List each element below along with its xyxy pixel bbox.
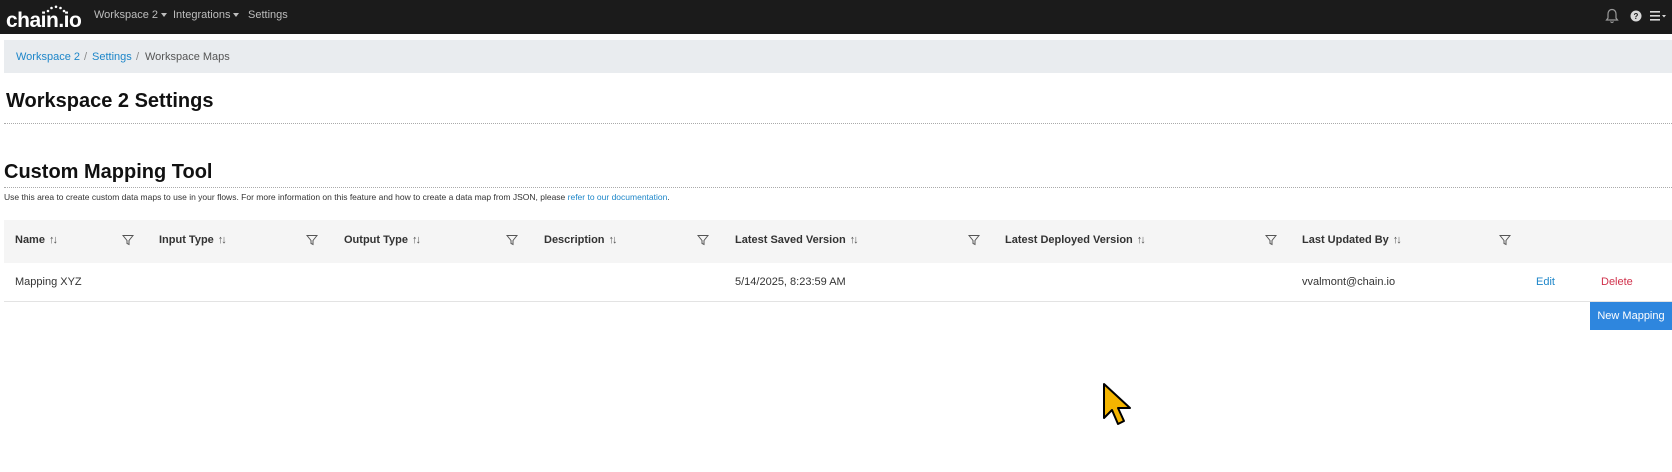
cell-latest-saved-version: 5/14/2025, 8:23:59 AM [735,276,846,288]
sort-icon[interactable]: ↑↓ [850,234,859,246]
column-header-last-updated-by[interactable]: Last Updated By ↑↓ [1302,234,1402,246]
breadcrumb-settings-link[interactable]: Settings [92,51,132,63]
filter-icon[interactable] [122,234,134,246]
nav-workspace-dropdown[interactable]: Workspace 2 [94,9,167,21]
divider [4,187,1672,188]
page-title: Workspace 2 Settings [6,90,214,112]
column-header-latest-deployed-version[interactable]: Latest Deployed Version ↑↓ [1005,234,1146,246]
column-label: Latest Saved Version [735,234,846,246]
column-header-latest-saved-version[interactable]: Latest Saved Version ↑↓ [735,234,859,246]
nav-integrations-label: Integrations [173,9,231,21]
column-label: Name [15,234,45,246]
filter-icon[interactable] [1499,234,1511,246]
description-suffix: . [667,192,670,202]
cell-name: Mapping XYZ [15,276,82,288]
cell-last-updated-by: vvalmont@chain.io [1302,276,1396,288]
breadcrumb-separator: / [136,51,140,63]
breadcrumb-current: Workspace Maps [145,51,230,63]
sort-icon[interactable]: ↑↓ [218,234,227,246]
logo-dots-icon [46,5,66,13]
nav-integrations-dropdown[interactable]: Integrations [173,9,240,21]
column-label: Output Type [344,234,408,246]
chevron-down-icon [161,13,167,18]
help-icon[interactable]: ? [1630,10,1642,22]
column-label: Latest Deployed Version [1005,234,1133,246]
hamburger-menu-icon[interactable] [1650,10,1666,22]
logo-text: chain.io [6,9,82,32]
section-description: Use this area to create custom data maps… [4,192,670,202]
nav-settings-link[interactable]: Settings [248,9,288,21]
table-row: Mapping XYZ 5/14/2025, 8:23:59 AM vvalmo… [4,264,1672,302]
divider [4,123,1672,124]
column-label: Input Type [159,234,214,246]
edit-link[interactable]: Edit [1536,276,1555,288]
column-header-description[interactable]: Description ↑↓ [544,234,618,246]
table-header: Name ↑↓ Input Type ↑↓ Output Type ↑↓ Descri… [4,220,1672,263]
sort-icon[interactable]: ↑↓ [412,234,421,246]
column-label: Description [544,234,605,246]
sort-icon[interactable]: ↑↓ [49,234,58,246]
filter-icon[interactable] [968,234,980,246]
filter-icon[interactable] [506,234,518,246]
filter-icon[interactable] [697,234,709,246]
breadcrumb-separator: / [84,51,88,63]
column-header-name[interactable]: Name ↑↓ [15,234,58,246]
description-text: Use this area to create custom data maps… [4,192,568,202]
documentation-link[interactable]: refer to our documentation [568,192,668,202]
column-header-input-type[interactable]: Input Type ↑↓ [159,234,227,246]
chevron-down-icon [233,13,240,18]
column-header-output-type[interactable]: Output Type ↑↓ [344,234,421,246]
top-navbar: chain.io Workspace 2 Integrations Settin… [0,0,1672,34]
breadcrumb: Workspace 2 / Settings / Workspace Maps [4,40,1672,73]
mouse-cursor-icon [1103,383,1131,425]
new-mapping-button[interactable]: New Mapping [1590,302,1672,330]
sort-icon[interactable]: ↑↓ [1393,234,1402,246]
svg-text:?: ? [1634,12,1639,21]
filter-icon[interactable] [1265,234,1277,246]
sort-icon[interactable]: ↑↓ [609,234,618,246]
breadcrumb-workspace-link[interactable]: Workspace 2 [16,51,80,63]
bell-icon[interactable] [1605,8,1619,24]
sort-icon[interactable]: ↑↓ [1137,234,1146,246]
section-title: Custom Mapping Tool [4,161,213,183]
nav-workspace-label: Workspace 2 [94,9,158,21]
filter-icon[interactable] [306,234,318,246]
delete-link[interactable]: Delete [1601,276,1633,288]
column-label: Last Updated By [1302,234,1389,246]
